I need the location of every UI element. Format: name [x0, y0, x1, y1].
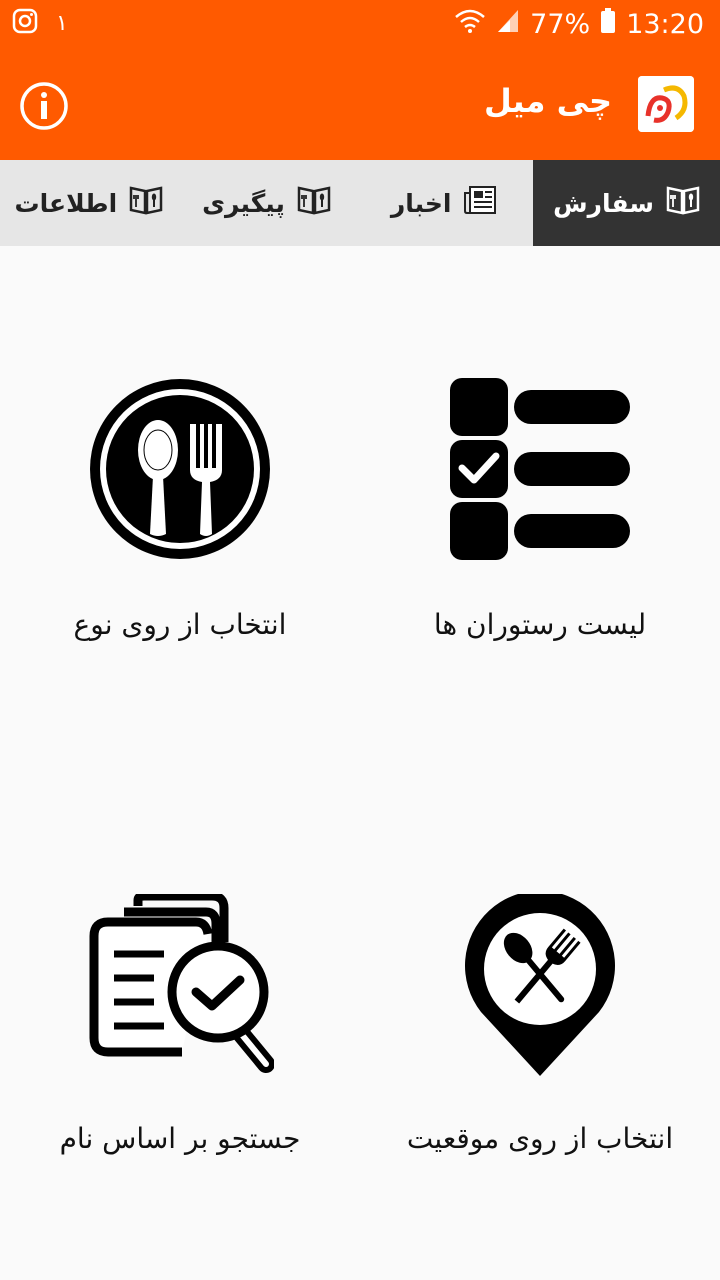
newspaper-icon [463, 185, 497, 221]
search-by-name-label: جستجو بر اساس نام [59, 1122, 301, 1155]
tab-order-label: سفارش [553, 188, 654, 218]
menu-book-icon [297, 185, 331, 221]
app-title: چی میل [483, 82, 612, 120]
app-bar: چی میل [0, 52, 720, 160]
tab-info[interactable]: اطلاعات [0, 160, 178, 246]
tab-tracking[interactable]: پیگیری [178, 160, 356, 246]
app-logo [638, 76, 694, 132]
tab-tracking-label: پیگیری [202, 188, 285, 218]
tab-news[interactable]: اخبار [355, 160, 533, 246]
search-document-icon [88, 891, 275, 1080]
battery-percent: 77% [530, 9, 591, 40]
clock: 13:20 [626, 9, 704, 40]
tab-bar: سفارش اخبار پیگیری اطلاعات [0, 160, 720, 246]
tab-info-label: اطلاعات [14, 188, 118, 218]
status-bar: ١ 77% 13:20 [0, 0, 720, 52]
signal-icon [496, 8, 520, 41]
select-by-location-label: انتخاب از روی موقعیت [406, 1122, 674, 1155]
restaurant-list-label: لیست رستوران ها [433, 608, 647, 641]
select-by-location-button[interactable]: انتخاب از روی موقعیت [390, 890, 690, 1170]
info-icon[interactable] [18, 80, 70, 132]
search-by-name-button[interactable]: جستجو بر اساس نام [30, 890, 330, 1170]
menu-book-icon [666, 185, 700, 221]
menu-book-icon [129, 185, 163, 221]
checklist-icon [450, 378, 630, 564]
notification-count: ١ [56, 10, 68, 36]
restaurant-list-button[interactable]: لیست رستوران ها [390, 370, 690, 660]
select-by-type-button[interactable]: انتخاب از روی نوع [30, 370, 330, 660]
plate-spoon-fork-icon [90, 378, 270, 564]
location-pin-food-icon [465, 890, 615, 1080]
tab-news-label: اخبار [390, 188, 452, 218]
tab-order[interactable]: سفارش [533, 160, 720, 246]
battery-icon [600, 8, 616, 41]
select-by-type-label: انتخاب از روی نوع [73, 608, 287, 641]
wifi-icon [454, 8, 486, 41]
instagram-icon [12, 8, 38, 38]
